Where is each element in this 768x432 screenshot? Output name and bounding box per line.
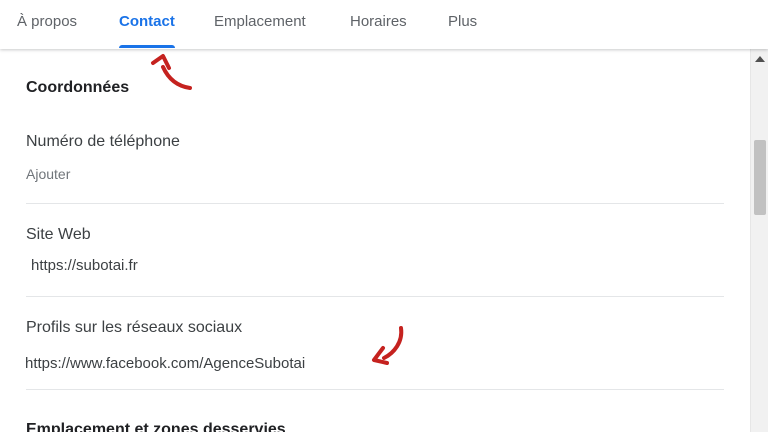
tab-emplacement[interactable]: Emplacement [214, 0, 306, 49]
scrollbar[interactable] [750, 49, 768, 432]
contact-panel: Coordonnées Numéro de téléphone Ajouter … [0, 49, 750, 432]
tab-a-propos[interactable]: À propos [17, 0, 77, 49]
tab-plus[interactable]: Plus [448, 0, 477, 49]
website-label: Site Web [26, 226, 91, 243]
annotation-arrow-icon [372, 326, 404, 365]
divider [26, 296, 724, 297]
divider [26, 389, 724, 390]
active-tab-indicator [119, 45, 175, 48]
divider [26, 203, 724, 204]
scroll-up-arrow-icon[interactable] [755, 56, 765, 62]
tab-label: À propos [17, 13, 78, 30]
tab-bar: À propos Contact Emplacement Horaires Pl… [0, 0, 768, 49]
next-section-heading: Emplacement et zones desservies [26, 421, 286, 432]
section-heading: Coordonnées [26, 79, 130, 96]
tab-label: Contact [119, 13, 175, 30]
tab-contact[interactable]: Contact [119, 0, 175, 49]
tab-label: Horaires [350, 13, 407, 30]
social-profiles-label: Profils sur les réseaux sociaux [26, 319, 243, 336]
add-phone-link[interactable]: Ajouter [26, 166, 70, 182]
social-profile-value[interactable]: https://www.facebook.com/AgenceSubotai [25, 355, 305, 372]
phone-label: Numéro de téléphone [26, 133, 180, 150]
tab-horaires[interactable]: Horaires [350, 0, 407, 49]
annotation-arrow-icon [151, 54, 192, 90]
tab-label: Plus [448, 13, 478, 30]
tab-label: Emplacement [214, 13, 306, 30]
scrollbar-thumb[interactable] [754, 140, 766, 215]
website-value[interactable]: https://subotai.fr [31, 257, 138, 274]
